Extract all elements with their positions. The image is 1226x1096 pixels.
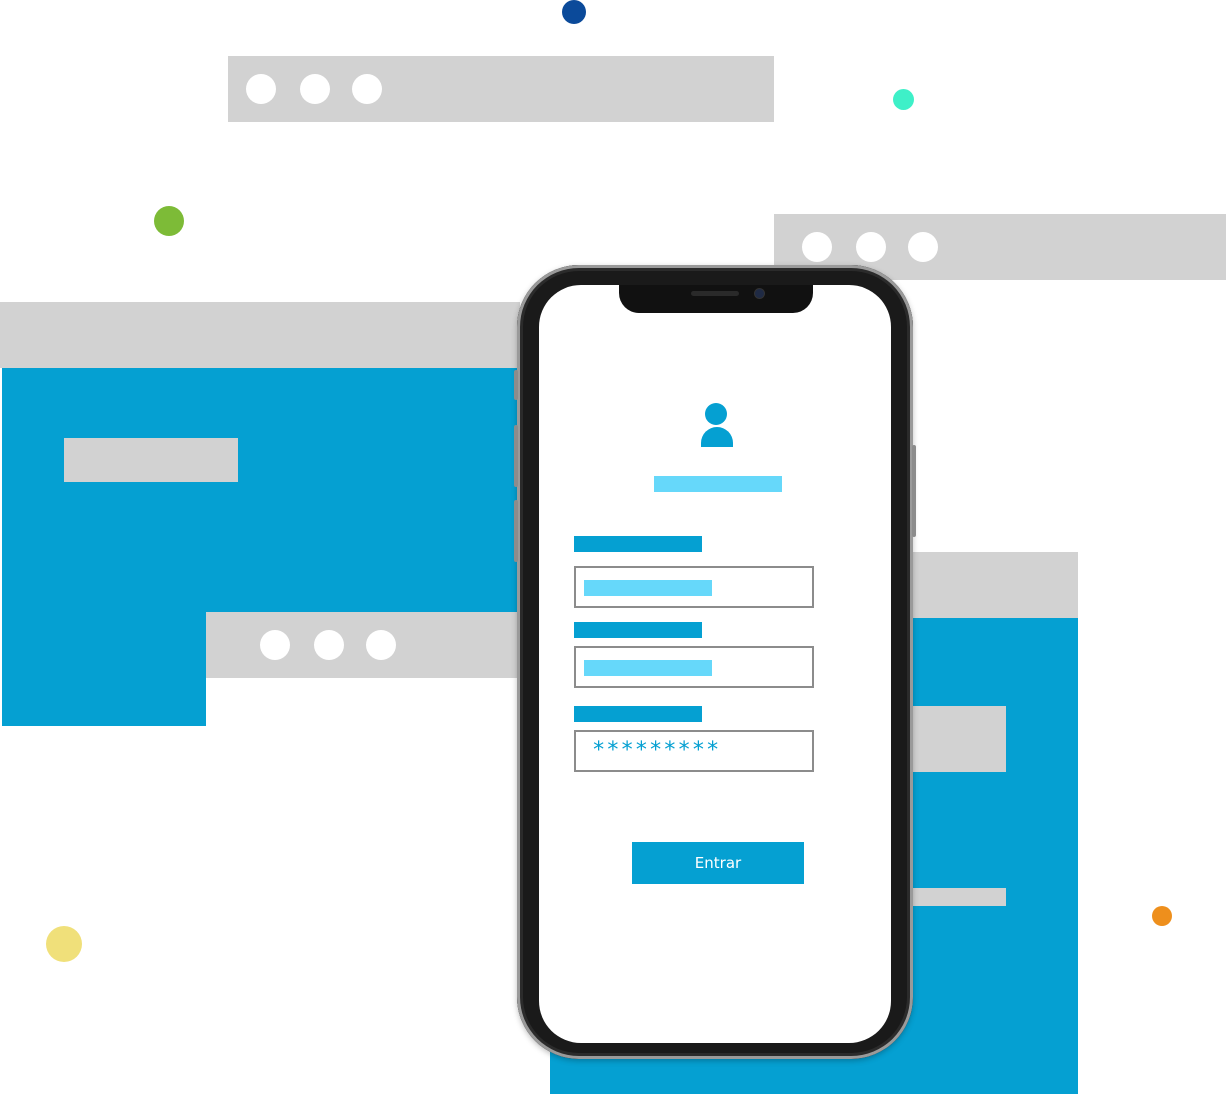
decor-browser-bar-top: [228, 56, 774, 122]
speaker-grille: [691, 291, 739, 296]
field-label-placeholder: [574, 622, 702, 638]
window-dot: [246, 74, 276, 104]
password-field[interactable]: *********: [574, 730, 814, 772]
decor-window-left-cutout: [206, 678, 520, 726]
username-field[interactable]: [574, 566, 814, 608]
field-value-placeholder: [584, 580, 712, 596]
email-field[interactable]: [574, 646, 814, 688]
field-label-placeholder: [574, 706, 702, 722]
decor-dot-teal: [893, 89, 914, 110]
decor-dot-green: [154, 206, 184, 236]
phone-mockup: ********* Entrar: [514, 265, 916, 1059]
decor-window-left-header: [0, 302, 520, 368]
decor-dot-orange: [1152, 906, 1172, 926]
phone-side-button: [514, 500, 518, 562]
window-dot: [856, 232, 886, 262]
window-dot: [314, 630, 344, 660]
window-dot: [802, 232, 832, 262]
login-button[interactable]: Entrar: [632, 842, 804, 884]
phone-notch: [619, 285, 813, 313]
phone-side-button: [912, 445, 916, 537]
field-value-placeholder: [584, 660, 712, 676]
user-icon-body: [701, 427, 733, 447]
window-dot: [908, 232, 938, 262]
user-icon: [705, 403, 727, 425]
decor-dot-navy: [562, 0, 586, 24]
window-dot: [260, 630, 290, 660]
window-dot: [300, 74, 330, 104]
decor-dot-yellow: [46, 926, 82, 962]
phone-side-button: [514, 425, 518, 487]
decor-window-left-block: [64, 438, 238, 482]
title-placeholder-bar: [654, 476, 782, 492]
front-camera-icon: [755, 289, 764, 298]
decor-browser-bar-mid: [206, 612, 520, 678]
window-dot: [366, 630, 396, 660]
field-label-placeholder: [574, 536, 702, 552]
phone-side-button: [514, 370, 518, 400]
phone-screen: ********* Entrar: [539, 285, 891, 1043]
password-mask: *********: [592, 738, 721, 763]
window-dot: [352, 74, 382, 104]
